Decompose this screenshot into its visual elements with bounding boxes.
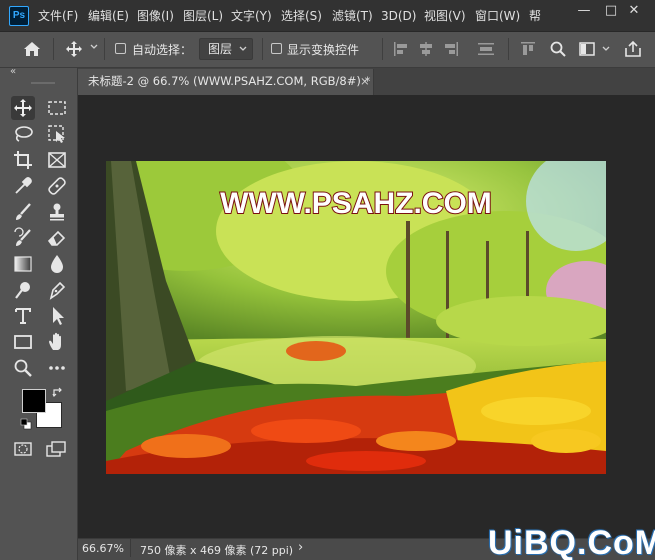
foreground-color-swatch[interactable] [22, 389, 46, 413]
chevron-down-icon[interactable] [90, 44, 98, 50]
rectangular-marquee-icon[interactable] [45, 96, 69, 120]
canvas-watermark-text: WWW.PSAHZ.COM [220, 187, 492, 220]
distribute-icon[interactable] [476, 40, 496, 58]
divider [262, 38, 263, 60]
panel-grip[interactable] [31, 82, 55, 84]
healing-brush-icon[interactable] [45, 174, 69, 198]
align-top-icon[interactable] [519, 40, 537, 58]
home-icon[interactable] [22, 40, 42, 58]
menu-type[interactable]: 文字(Y) [231, 8, 272, 24]
divider [508, 38, 509, 60]
menu-select[interactable]: 选择(S) [281, 8, 322, 24]
dodge-icon[interactable] [11, 278, 35, 302]
divider [104, 38, 105, 60]
gradient-icon[interactable] [11, 252, 35, 276]
menu-layer[interactable]: 图层(L) [183, 8, 223, 24]
document-info: 750 像素 x 469 像素 (72 ppi) [140, 544, 294, 557]
pen-icon[interactable] [45, 278, 69, 302]
menu-edit[interactable]: 编辑(E) [88, 8, 129, 24]
align-horizontal-center-icon[interactable] [417, 40, 435, 58]
search-icon[interactable] [549, 40, 567, 58]
status-menu-arrow[interactable]: › [298, 540, 303, 555]
path-selection-icon[interactable] [45, 304, 69, 328]
site-watermark: UiBQ.CoM [488, 524, 655, 560]
lasso-icon[interactable] [11, 122, 35, 146]
object-selection-icon[interactable] [45, 122, 69, 146]
clone-stamp-icon[interactable] [45, 200, 69, 224]
brush-icon[interactable] [11, 200, 35, 224]
frame-icon[interactable] [45, 148, 69, 172]
collapse-panel-button[interactable]: « [10, 66, 16, 77]
workspace-icon[interactable] [578, 40, 596, 58]
menu-filter[interactable]: 滤镜(T) [332, 8, 373, 24]
menu-help[interactable]: 帮 [529, 8, 541, 24]
divider [130, 539, 131, 557]
menu-view[interactable]: 视图(V) [424, 8, 466, 24]
close-window-button[interactable]: ✕ [613, 0, 655, 24]
share-icon[interactable] [623, 39, 643, 59]
align-right-icon[interactable] [442, 40, 460, 58]
move-tool-preset-icon[interactable] [64, 40, 84, 58]
type-icon[interactable] [11, 304, 35, 328]
auto-select-checkbox[interactable] [115, 43, 126, 54]
hand-icon[interactable] [45, 330, 69, 354]
eyedropper-icon[interactable] [11, 174, 35, 198]
divider [53, 38, 54, 60]
crop-icon[interactable] [11, 148, 35, 172]
auto-select-label: 自动选择： [132, 43, 193, 57]
eraser-icon[interactable] [45, 226, 69, 250]
menu-window[interactable]: 窗口(W) [475, 8, 520, 24]
menu-image[interactable]: 图像(I) [137, 8, 174, 24]
align-left-icon[interactable] [392, 40, 410, 58]
show-transform-checkbox[interactable] [271, 43, 282, 54]
canvas-image[interactable]: WWW.PSAHZ.COM [106, 161, 606, 474]
document-tab-title: 未标题-2 @ 66.7% (WWW.PSAHZ.COM, RGB/8#) * [88, 74, 371, 88]
show-transform-label: 显示变换控件 [287, 43, 360, 57]
rectangle-tool-icon[interactable] [11, 330, 35, 354]
zoom-icon[interactable] [11, 356, 35, 380]
blur-icon[interactable] [45, 252, 69, 276]
dropdown-value: 图层 [208, 42, 233, 56]
chevron-down-icon[interactable] [602, 46, 610, 52]
tab-close-button[interactable]: × [360, 69, 370, 93]
swap-colors-icon[interactable] [52, 387, 64, 399]
document-tab[interactable]: 未标题-2 @ 66.7% (WWW.PSAHZ.COM, RGB/8#) * × [78, 69, 374, 95]
more-tools-icon[interactable] [45, 356, 69, 380]
menu-3d[interactable]: 3D(D) [381, 8, 416, 24]
screen-mode-icon[interactable] [45, 439, 67, 459]
app-logo: Ps [9, 6, 29, 26]
history-brush-icon[interactable] [11, 226, 35, 250]
divider [382, 38, 383, 60]
chevron-down-icon [239, 46, 247, 52]
move-tool-icon[interactable] [11, 96, 35, 120]
zoom-level[interactable]: 66.67% [82, 542, 124, 555]
default-colors-icon[interactable] [20, 418, 32, 430]
quick-mask-icon[interactable] [13, 439, 33, 459]
menu-file[interactable]: 文件(F) [38, 8, 78, 24]
